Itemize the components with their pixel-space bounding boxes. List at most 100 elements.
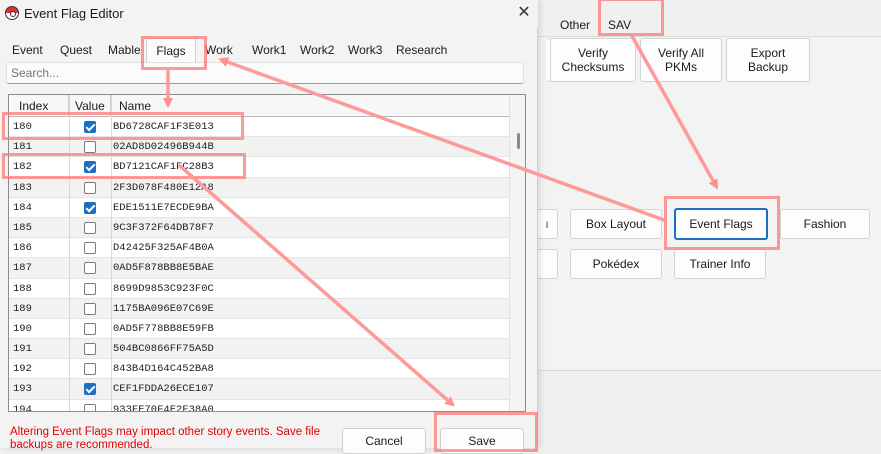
- cell-name: 504BC0866FF75A5D: [113, 343, 214, 356]
- cell-index: 180: [13, 121, 32, 133]
- cell-value: [69, 279, 111, 299]
- dialog-title: Event Flag Editor: [24, 6, 124, 21]
- table-row[interactable]: 180 BD6728CAF1F3E013: [9, 117, 509, 138]
- dialog-titlebar[interactable]: Event Flag Editor ✕: [0, 0, 538, 28]
- value-checkbox[interactable]: [84, 322, 96, 335]
- cell-value: [69, 319, 111, 339]
- scrollbar-thumb[interactable]: [517, 133, 520, 149]
- table-row[interactable]: 183 2F3D078F480E12A8: [9, 177, 509, 198]
- cell-name: BD7121CAF1FC28B3: [113, 161, 214, 174]
- cell-name: CEF1FDDA26ECE107: [113, 383, 214, 396]
- cell-index: 186: [13, 242, 32, 255]
- table-row[interactable]: 184 EDE1511E7ECDE9BA: [9, 198, 509, 218]
- cell-value: [69, 258, 111, 278]
- table-row[interactable]: 185 9C3F372F64DB78F7: [9, 217, 509, 239]
- box-layout-button[interactable]: Box Layout: [570, 209, 662, 239]
- value-checkbox[interactable]: [84, 262, 96, 275]
- partial-row2-button[interactable]: ı: [536, 209, 558, 239]
- fashion-button[interactable]: Fashion: [780, 209, 870, 239]
- event-flags-button[interactable]: Event Flags: [674, 208, 768, 240]
- verify-checksums-button[interactable]: Verify Checksums: [550, 38, 636, 82]
- cell-name: 02AD8D02496B944B: [113, 141, 214, 154]
- table-row[interactable]: 194 933FE70F4E2F38A0: [9, 400, 509, 412]
- table-row[interactable]: 188 8699D9853C923F0C: [9, 279, 509, 299]
- event-flag-editor-dialog: Event Flag Editor ✕ Event Quest Mable Fl…: [0, 0, 538, 454]
- cell-name: BD6728CAF1F3E013: [113, 121, 214, 133]
- cell-value: [69, 218, 111, 238]
- column-header-value[interactable]: Value: [69, 95, 111, 117]
- verify-all-pkms-button[interactable]: Verify All PKMs: [640, 38, 722, 82]
- cell-value: [69, 117, 111, 137]
- value-checkbox[interactable]: [84, 201, 96, 214]
- table-row[interactable]: 193 CEF1FDDA26ECE107: [9, 379, 509, 400]
- tab-flags[interactable]: Flags: [146, 38, 196, 62]
- close-icon[interactable]: ✕: [514, 3, 534, 23]
- column-header-index[interactable]: Index: [9, 95, 69, 117]
- cell-index: 188: [13, 282, 32, 295]
- cell-index: 181: [13, 141, 32, 154]
- cell-index: 194: [13, 403, 32, 412]
- cell-value: [69, 157, 111, 177]
- value-checkbox[interactable]: [84, 141, 96, 154]
- export-backup-button[interactable]: Export Backup: [726, 38, 810, 82]
- value-checkbox[interactable]: [84, 181, 96, 194]
- value-checkbox[interactable]: [84, 343, 96, 356]
- tab-sav[interactable]: SAV: [608, 14, 631, 36]
- cell-index: 185: [13, 221, 32, 234]
- pokeball-icon: [5, 6, 19, 20]
- cell-value: [69, 137, 111, 157]
- trainer-info-button[interactable]: Trainer Info: [674, 249, 766, 279]
- table-row[interactable]: 187 0AD5F878BB8E5BAE: [9, 258, 509, 279]
- value-checkbox[interactable]: [84, 161, 96, 174]
- value-checkbox[interactable]: [84, 363, 96, 376]
- value-checkbox[interactable]: [84, 302, 96, 315]
- cell-name: 2F3D078F480E12A8: [113, 181, 214, 194]
- value-checkbox[interactable]: [84, 221, 96, 234]
- warning-text: Altering Event Flags may impact other st…: [10, 426, 320, 451]
- table-row[interactable]: 191 504BC0866FF75A5D: [9, 339, 509, 360]
- value-checkbox[interactable]: [84, 383, 96, 396]
- cell-index: 190: [13, 322, 32, 335]
- table-row[interactable]: 182 BD7121CAF1FC28B3: [9, 157, 509, 178]
- flags-grid: Index Value Name 180 BD6728CAF1F3E013 181 0…: [8, 94, 526, 412]
- tab-work3[interactable]: Work3: [348, 38, 382, 62]
- save-button[interactable]: Save: [440, 428, 524, 454]
- table-row[interactable]: 189 1175BA096E07C69E: [9, 298, 509, 319]
- cell-index: 193: [13, 383, 32, 396]
- partial-row3-button[interactable]: [536, 249, 558, 279]
- cell-index: 182: [13, 161, 32, 174]
- cell-value: [69, 359, 111, 379]
- table-row[interactable]: 192 843B4D164C452BA8: [9, 359, 509, 380]
- cell-name: 8699D9853C923F0C: [113, 282, 214, 295]
- tab-event[interactable]: Event: [12, 38, 43, 62]
- cell-index: 183: [13, 181, 32, 194]
- column-header-name[interactable]: Name: [111, 95, 509, 117]
- grid-header: Index Value Name: [9, 95, 509, 117]
- table-row[interactable]: 181 02AD8D02496B944B: [9, 137, 509, 158]
- tab-work2[interactable]: Work2: [300, 38, 334, 62]
- tab-quest[interactable]: Quest: [60, 38, 92, 62]
- tab-work[interactable]: Work: [205, 38, 233, 62]
- cell-name: 0AD5F778BB8E59FB: [113, 322, 214, 335]
- tab-other[interactable]: Other: [560, 14, 590, 36]
- cell-index: 192: [13, 363, 32, 376]
- search-input[interactable]: [6, 62, 524, 84]
- table-row[interactable]: 186 D42425F325AF4B0A: [9, 238, 509, 259]
- tab-work1[interactable]: Work1: [252, 38, 286, 62]
- cancel-button[interactable]: Cancel: [342, 428, 426, 454]
- tab-mable[interactable]: Mable: [108, 38, 141, 62]
- value-checkbox[interactable]: [84, 242, 96, 255]
- vertical-scrollbar[interactable]: [509, 95, 525, 411]
- cell-name: D42425F325AF4B0A: [113, 242, 214, 255]
- pokedex-button[interactable]: Pokédex: [570, 249, 662, 279]
- cell-name: 0AD5F878BB8E5BAE: [113, 262, 214, 275]
- cell-index: 187: [13, 262, 32, 275]
- value-checkbox[interactable]: [84, 403, 96, 411]
- table-row[interactable]: 190 0AD5F778BB8E59FB: [9, 319, 509, 340]
- cell-name: 9C3F372F64DB78F7: [113, 221, 214, 234]
- value-checkbox[interactable]: [84, 282, 96, 295]
- value-checkbox[interactable]: [84, 121, 96, 133]
- cell-value: [69, 339, 111, 359]
- tab-research[interactable]: Research: [396, 38, 447, 62]
- column-divider: [69, 95, 70, 411]
